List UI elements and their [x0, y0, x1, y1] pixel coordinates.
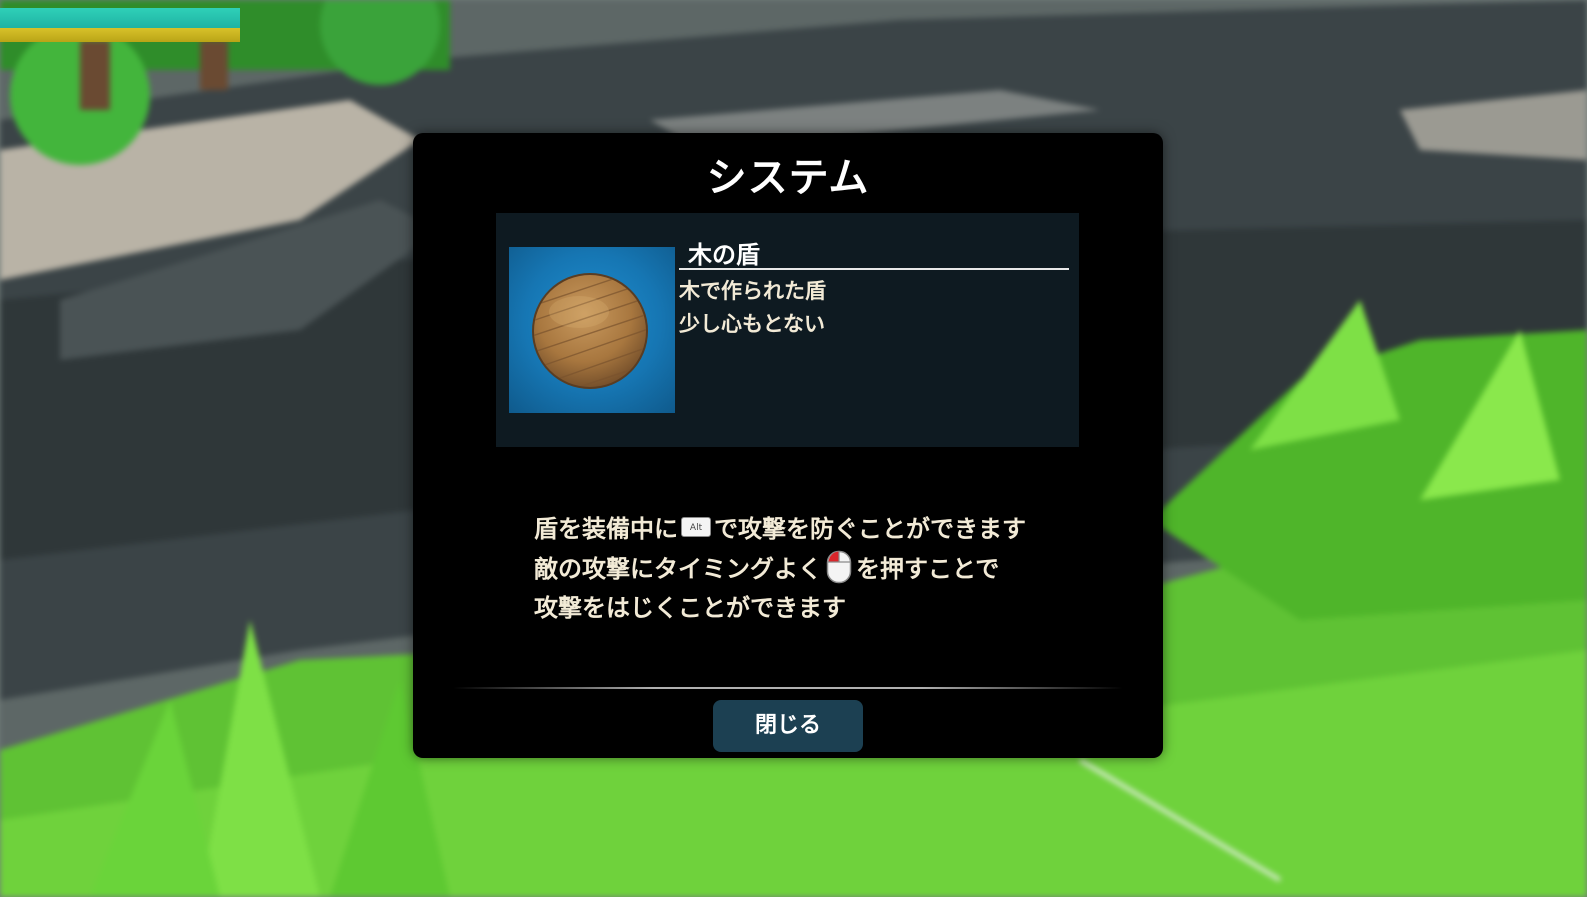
- system-text-line-3-text: 攻撃をはじくことができます: [534, 594, 846, 622]
- system-text-line-3: 攻撃をはじくことができます: [534, 588, 846, 623]
- health-bar: [0, 8, 240, 28]
- item-description-line-2: 少し心もとない: [679, 312, 825, 336]
- system-text-line-1-after: で攻撃を防ぐことができます: [714, 515, 1026, 543]
- system-text-line-1-before: 盾を装備中に: [534, 515, 678, 543]
- left-mouse-button-icon: [826, 550, 852, 583]
- system-text-line-2: 敵の攻撃にタイミングよく を押すことで: [534, 549, 999, 584]
- system-text-line-2-before: 敵の攻撃にタイミングよく: [534, 555, 822, 583]
- stamina-bar: [0, 28, 240, 42]
- dialog-divider: [453, 687, 1123, 689]
- system-text-line-1: 盾を装備中に Alt で攻撃を防ぐことができます: [534, 509, 1026, 544]
- game-scene: システム 木の盾 木で作られた盾 少し心もとない 盾を装備中に Alt で攻撃を…: [0, 0, 1587, 897]
- stamina-bar-fill: [0, 28, 240, 42]
- system-text-line-2-after: を押すことで: [856, 555, 1000, 583]
- item-description-line-1: 木で作られた盾: [679, 279, 826, 303]
- health-bar-fill: [0, 8, 240, 28]
- system-dialog: システム 木の盾 木で作られた盾 少し心もとない 盾を装備中に Alt で攻撃を…: [413, 133, 1163, 758]
- item-info-panel: 木の盾 木で作られた盾 少し心もとない: [496, 213, 1079, 447]
- dialog-title: システム: [706, 155, 870, 201]
- item-name-underline: [679, 268, 1069, 270]
- item-name: 木の盾: [688, 241, 760, 269]
- alt-key-icon: Alt: [681, 516, 711, 537]
- wooden-shield-graphic: [532, 273, 648, 389]
- wooden-shield-icon: [509, 247, 675, 413]
- close-button[interactable]: 閉じる: [713, 700, 863, 752]
